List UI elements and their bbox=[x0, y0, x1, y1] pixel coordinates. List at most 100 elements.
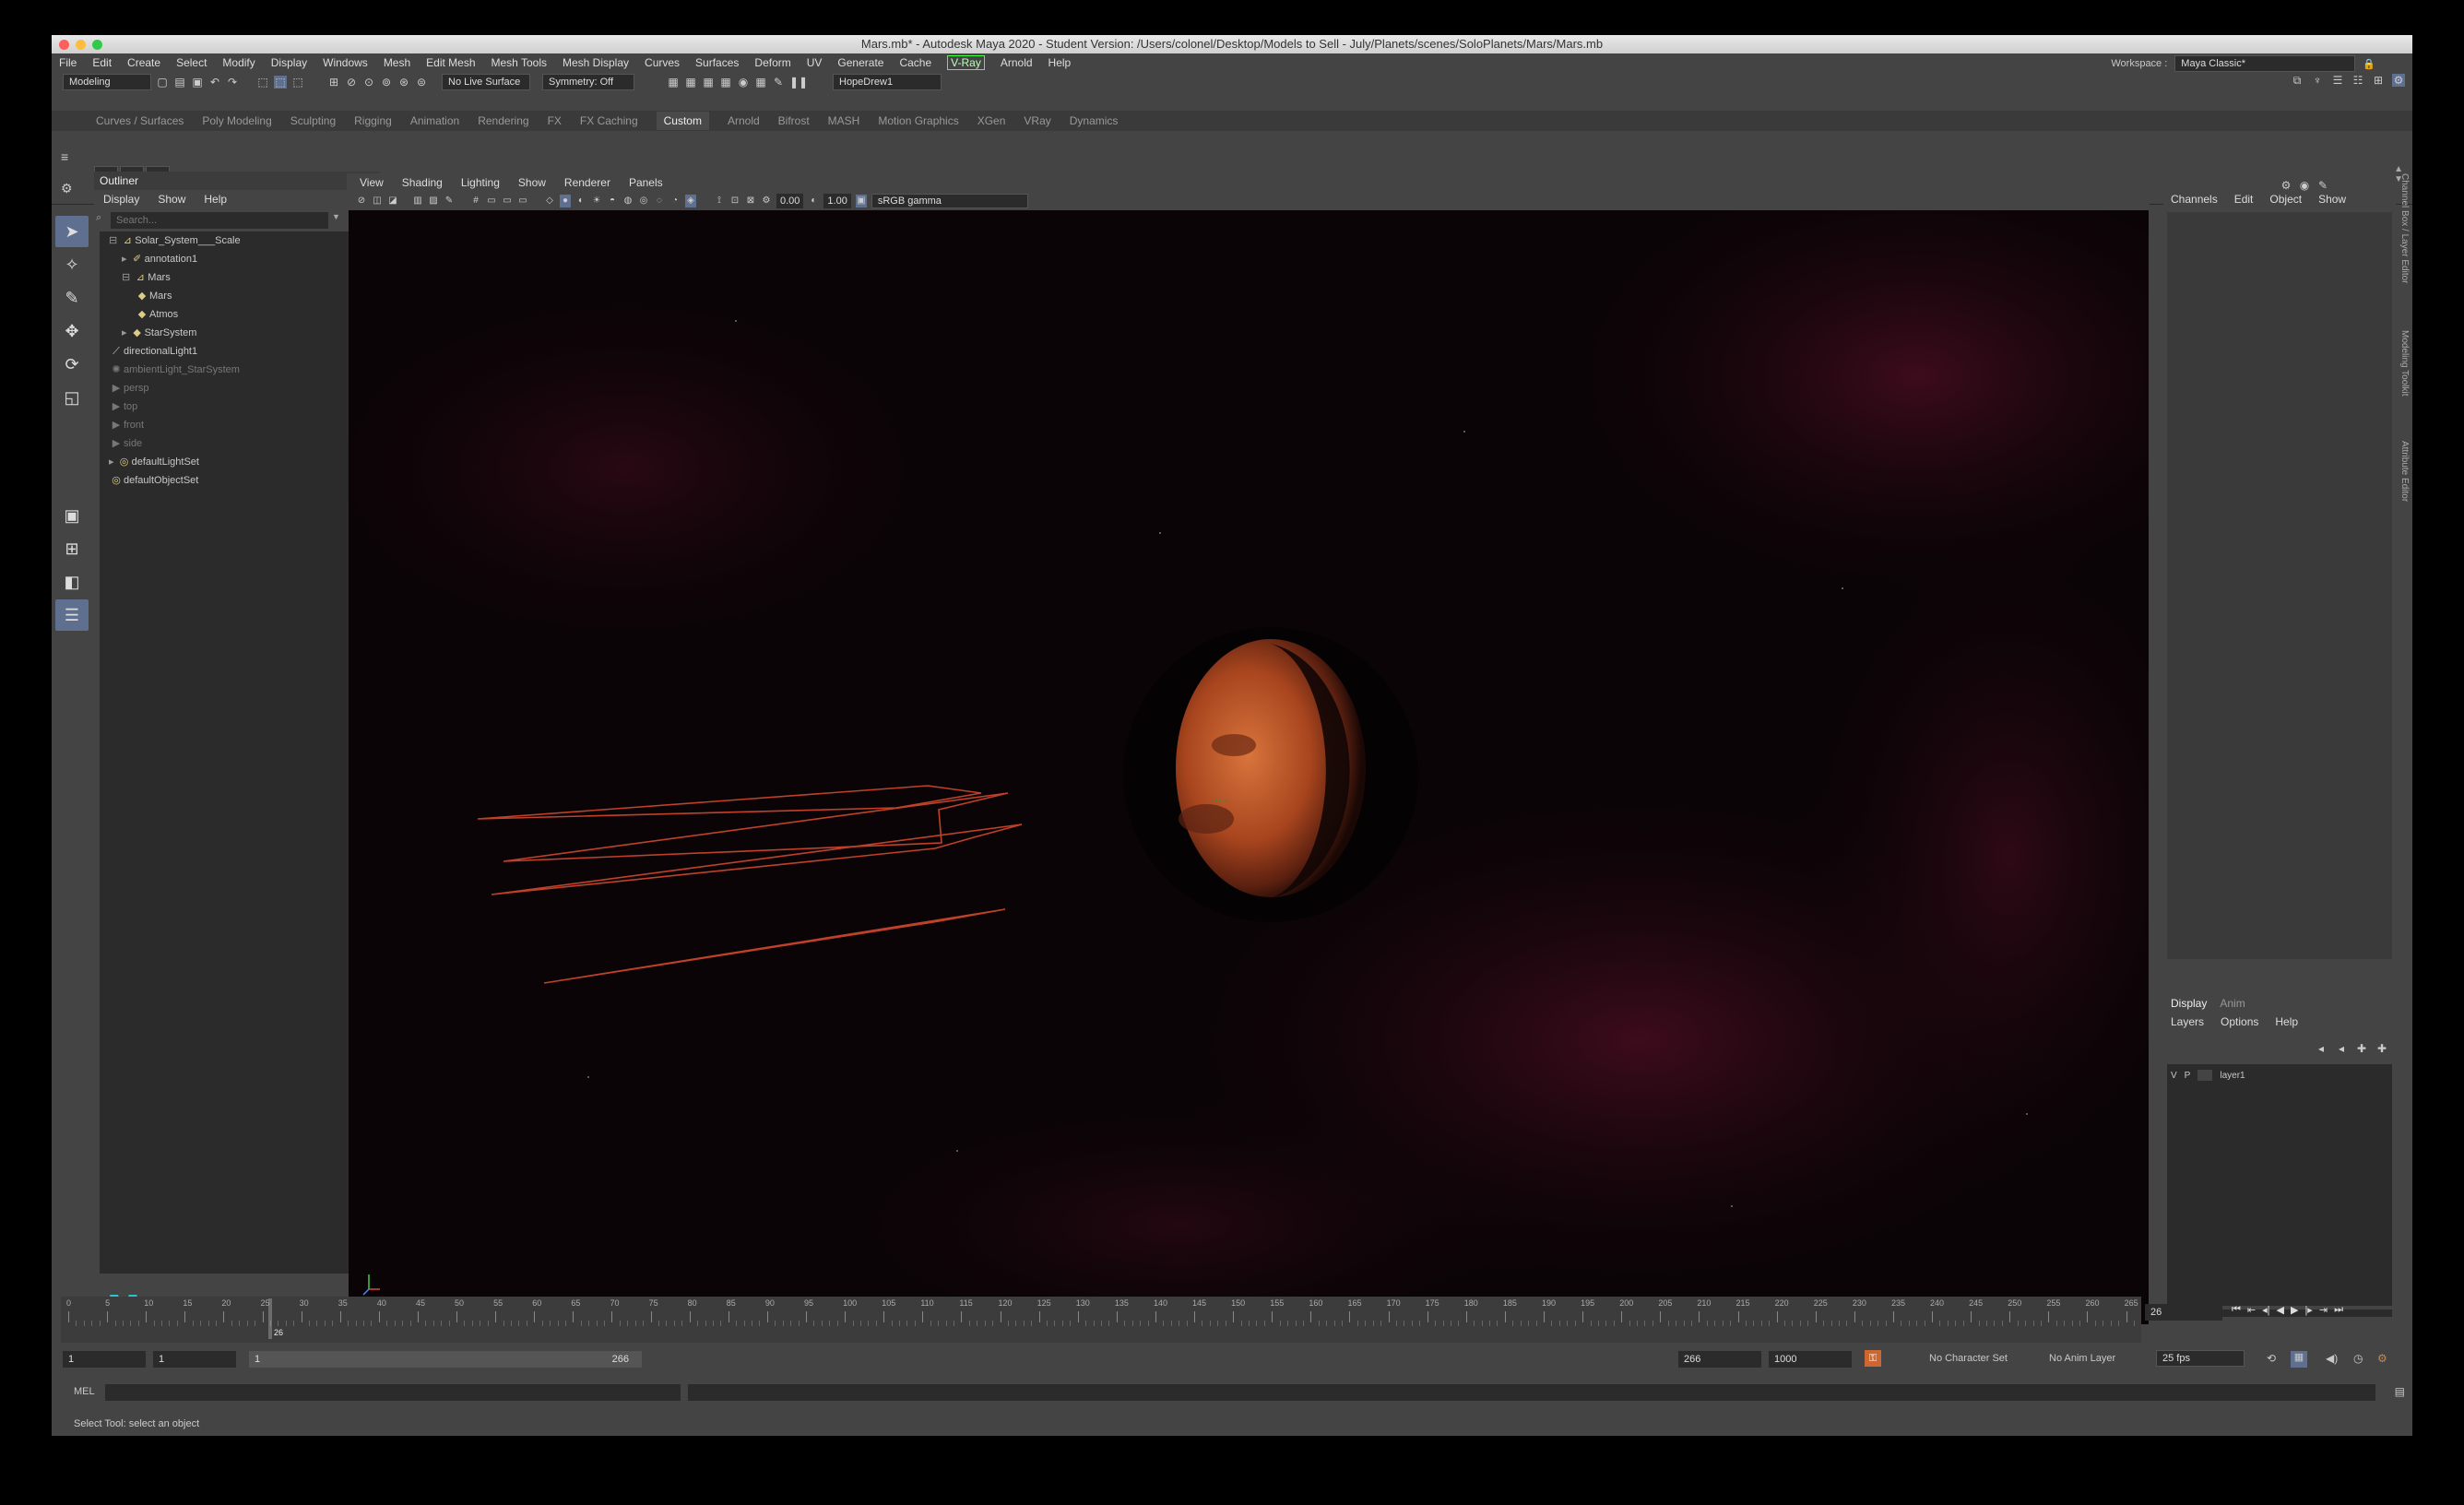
outliner-item[interactable]: ▸ ◎ defaultLightSet bbox=[109, 453, 199, 471]
outliner-item[interactable]: ▶ top bbox=[109, 397, 138, 416]
pause-render-icon[interactable]: ❚❚ bbox=[789, 76, 808, 89]
save-scene-icon[interactable]: ▣ bbox=[191, 76, 204, 89]
layer-playback-toggle[interactable]: P bbox=[2185, 1071, 2191, 1081]
snap-point-icon[interactable]: ⊙ bbox=[362, 76, 375, 89]
side-tab-attribute-editor[interactable]: Attribute Editor bbox=[2399, 441, 2410, 502]
layer-row[interactable]: V P layer1 bbox=[2171, 1068, 2245, 1083]
arnold-render-icon[interactable]: ✎ bbox=[772, 76, 785, 89]
animation-prefs-icon[interactable]: ⚙ bbox=[2377, 1352, 2387, 1365]
paint-select-icon[interactable]: ✎ bbox=[55, 282, 89, 314]
go-to-end-icon[interactable]: ⏭ bbox=[2334, 1304, 2343, 1316]
menu-generate[interactable]: Generate bbox=[837, 56, 883, 69]
outliner-item[interactable]: ▶ side bbox=[109, 434, 142, 453]
outliner-item[interactable]: ◆ Mars bbox=[135, 287, 172, 305]
shadows-icon[interactable]: ◓ bbox=[607, 195, 618, 207]
menu-mesh-display[interactable]: Mesh Display bbox=[563, 56, 629, 69]
bookmarks-icon[interactable]: ◪ bbox=[387, 195, 398, 207]
modeling-toolkit-icon[interactable]: ⧉ bbox=[2291, 74, 2304, 87]
menu-set-dropdown[interactable]: Modeling bbox=[63, 74, 151, 90]
channel-menu-object[interactable]: Object bbox=[2269, 193, 2302, 206]
character-controls-icon[interactable]: ♆ bbox=[2311, 74, 2324, 87]
shelf-tab-xgen[interactable]: XGen bbox=[977, 114, 1006, 127]
smooth-shade-icon[interactable]: ● bbox=[560, 195, 571, 207]
go-to-start-icon[interactable]: ⏮ bbox=[2232, 1304, 2241, 1316]
wireframe-icon[interactable]: ◇ bbox=[544, 195, 555, 207]
command-input[interactable] bbox=[105, 1384, 681, 1401]
key-preferences-icon[interactable]: ▦ bbox=[2291, 1351, 2307, 1368]
color-manage-icon[interactable]: ⟟ bbox=[714, 195, 725, 207]
side-tab-modeling-toolkit[interactable]: Modeling Toolkit bbox=[2399, 330, 2410, 397]
lights-icon[interactable]: ☀ bbox=[591, 195, 602, 207]
outliner-item[interactable]: ⊟ ⊿ Mars bbox=[122, 268, 171, 287]
layer-menu-options[interactable]: Options bbox=[2221, 1015, 2258, 1028]
script-editor-icon[interactable]: ▤ bbox=[2395, 1385, 2405, 1398]
single-perspective-icon[interactable]: ▣ bbox=[55, 500, 89, 531]
zoom-button[interactable] bbox=[92, 40, 102, 50]
close-button[interactable] bbox=[59, 40, 69, 50]
step-forward-frame-icon[interactable]: |▸ bbox=[2304, 1304, 2312, 1316]
shelf-tab-fx[interactable]: FX bbox=[548, 114, 562, 127]
outliner-item[interactable]: ⟋ directionalLight1 bbox=[109, 342, 197, 361]
shelf-tab-sculpting[interactable]: Sculpting bbox=[290, 114, 336, 127]
menu-arnold[interactable]: Arnold bbox=[1001, 56, 1033, 69]
menu-uv[interactable]: UV bbox=[807, 56, 823, 69]
play-backwards-icon[interactable]: ◀ bbox=[2277, 1304, 2284, 1316]
shelf-tab-motion-graphics[interactable]: Motion Graphics bbox=[878, 114, 958, 127]
attribute-editor-icon[interactable]: ☰ bbox=[2331, 74, 2344, 87]
frame-all-icon[interactable]: ⊠ bbox=[745, 195, 756, 207]
gamma-field[interactable]: 1.00 bbox=[823, 194, 851, 208]
viewport-menu-shading[interactable]: Shading bbox=[402, 176, 443, 189]
grease-pencil-icon[interactable]: ✎ bbox=[444, 195, 455, 207]
isolate-select-icon[interactable]: ◎ bbox=[638, 195, 649, 207]
layout-settings-icon[interactable]: ⚙ bbox=[2392, 74, 2405, 87]
view-transform-icon[interactable]: ▣ bbox=[855, 195, 867, 207]
viewport-menu-panels[interactable]: Panels bbox=[629, 176, 663, 189]
step-back-frame-icon[interactable]: ◂| bbox=[2262, 1304, 2269, 1316]
move-layer-up-icon[interactable]: ◂ bbox=[2315, 1042, 2328, 1055]
outliner-item[interactable]: ▶ front bbox=[109, 416, 144, 434]
command-language-label[interactable]: MEL bbox=[74, 1386, 95, 1397]
new-layer-icon[interactable]: ✚ bbox=[2355, 1042, 2368, 1055]
ipr-render-icon[interactable]: ▦ bbox=[702, 76, 715, 89]
textured-icon[interactable]: ◐ bbox=[575, 195, 586, 207]
render-sequence-icon[interactable]: ▦ bbox=[684, 76, 697, 89]
menu-curves[interactable]: Curves bbox=[645, 56, 680, 69]
workspace-dropdown[interactable]: Maya Classic* bbox=[2174, 55, 2356, 72]
shelf-tab-arnold[interactable]: Arnold bbox=[728, 114, 760, 127]
search-options-icon[interactable]: ▼ bbox=[332, 212, 340, 221]
expand-toggle-icon[interactable]: ▸ bbox=[122, 327, 130, 338]
camera-dropdown[interactable]: HopeDrew1 bbox=[833, 74, 942, 90]
ambient-occlusion-icon[interactable]: ◍ bbox=[622, 195, 634, 207]
motion-blur-icon[interactable]: ◔ bbox=[669, 195, 681, 207]
step-forward-key-icon[interactable]: ⇥ bbox=[2319, 1304, 2328, 1316]
xray-icon[interactable]: ◌ bbox=[654, 195, 665, 207]
menu-deform[interactable]: Deform bbox=[754, 56, 790, 69]
snap-curve-icon[interactable]: ⊘ bbox=[345, 76, 358, 89]
expand-toggle-icon[interactable]: ▸ bbox=[122, 254, 130, 265]
loop-icon[interactable]: ⟲ bbox=[2267, 1352, 2276, 1365]
outliner-item[interactable]: ◎ defaultObjectSet bbox=[109, 471, 198, 490]
shelf-tab-rigging[interactable]: Rigging bbox=[354, 114, 392, 127]
playback-start-field[interactable]: 1 bbox=[153, 1351, 236, 1368]
outliner-item[interactable]: ✺ ambientLight_StarSystem bbox=[109, 361, 240, 379]
exposure-field[interactable]: 0.00 bbox=[776, 194, 804, 208]
hypershade-icon[interactable]: ◉ bbox=[737, 76, 750, 89]
shelf-tab-rendering[interactable]: Rendering bbox=[478, 114, 528, 127]
camera-attributes-icon[interactable]: ◫ bbox=[372, 195, 383, 207]
outliner-item[interactable]: ▶ persp bbox=[109, 379, 149, 397]
outliner-menu-help[interactable]: Help bbox=[204, 193, 227, 206]
start-frame-field[interactable]: 1 bbox=[63, 1351, 146, 1368]
auto-key-icon[interactable]: ⚿ bbox=[1865, 1350, 1881, 1367]
gamma-icon[interactable]: ◐ bbox=[808, 195, 819, 207]
menu-display[interactable]: Display bbox=[271, 56, 307, 69]
expand-toggle-icon[interactable]: ▸ bbox=[109, 456, 117, 468]
persp-outliner-icon[interactable]: ◧ bbox=[55, 566, 89, 598]
lock-icon[interactable]: 🔒 bbox=[2363, 58, 2375, 70]
move-layer-down-icon[interactable]: ◂ bbox=[2335, 1042, 2348, 1055]
audio-icon[interactable]: ◀) bbox=[2326, 1352, 2338, 1365]
safe-action-icon[interactable]: ▭ bbox=[517, 195, 528, 207]
menu-v-ray[interactable]: V-Ray bbox=[947, 55, 985, 70]
new-scene-icon[interactable]: ▢ bbox=[156, 76, 169, 89]
play-forwards-icon[interactable]: ▶ bbox=[2291, 1304, 2298, 1316]
channel-menu-edit[interactable]: Edit bbox=[2234, 193, 2254, 206]
